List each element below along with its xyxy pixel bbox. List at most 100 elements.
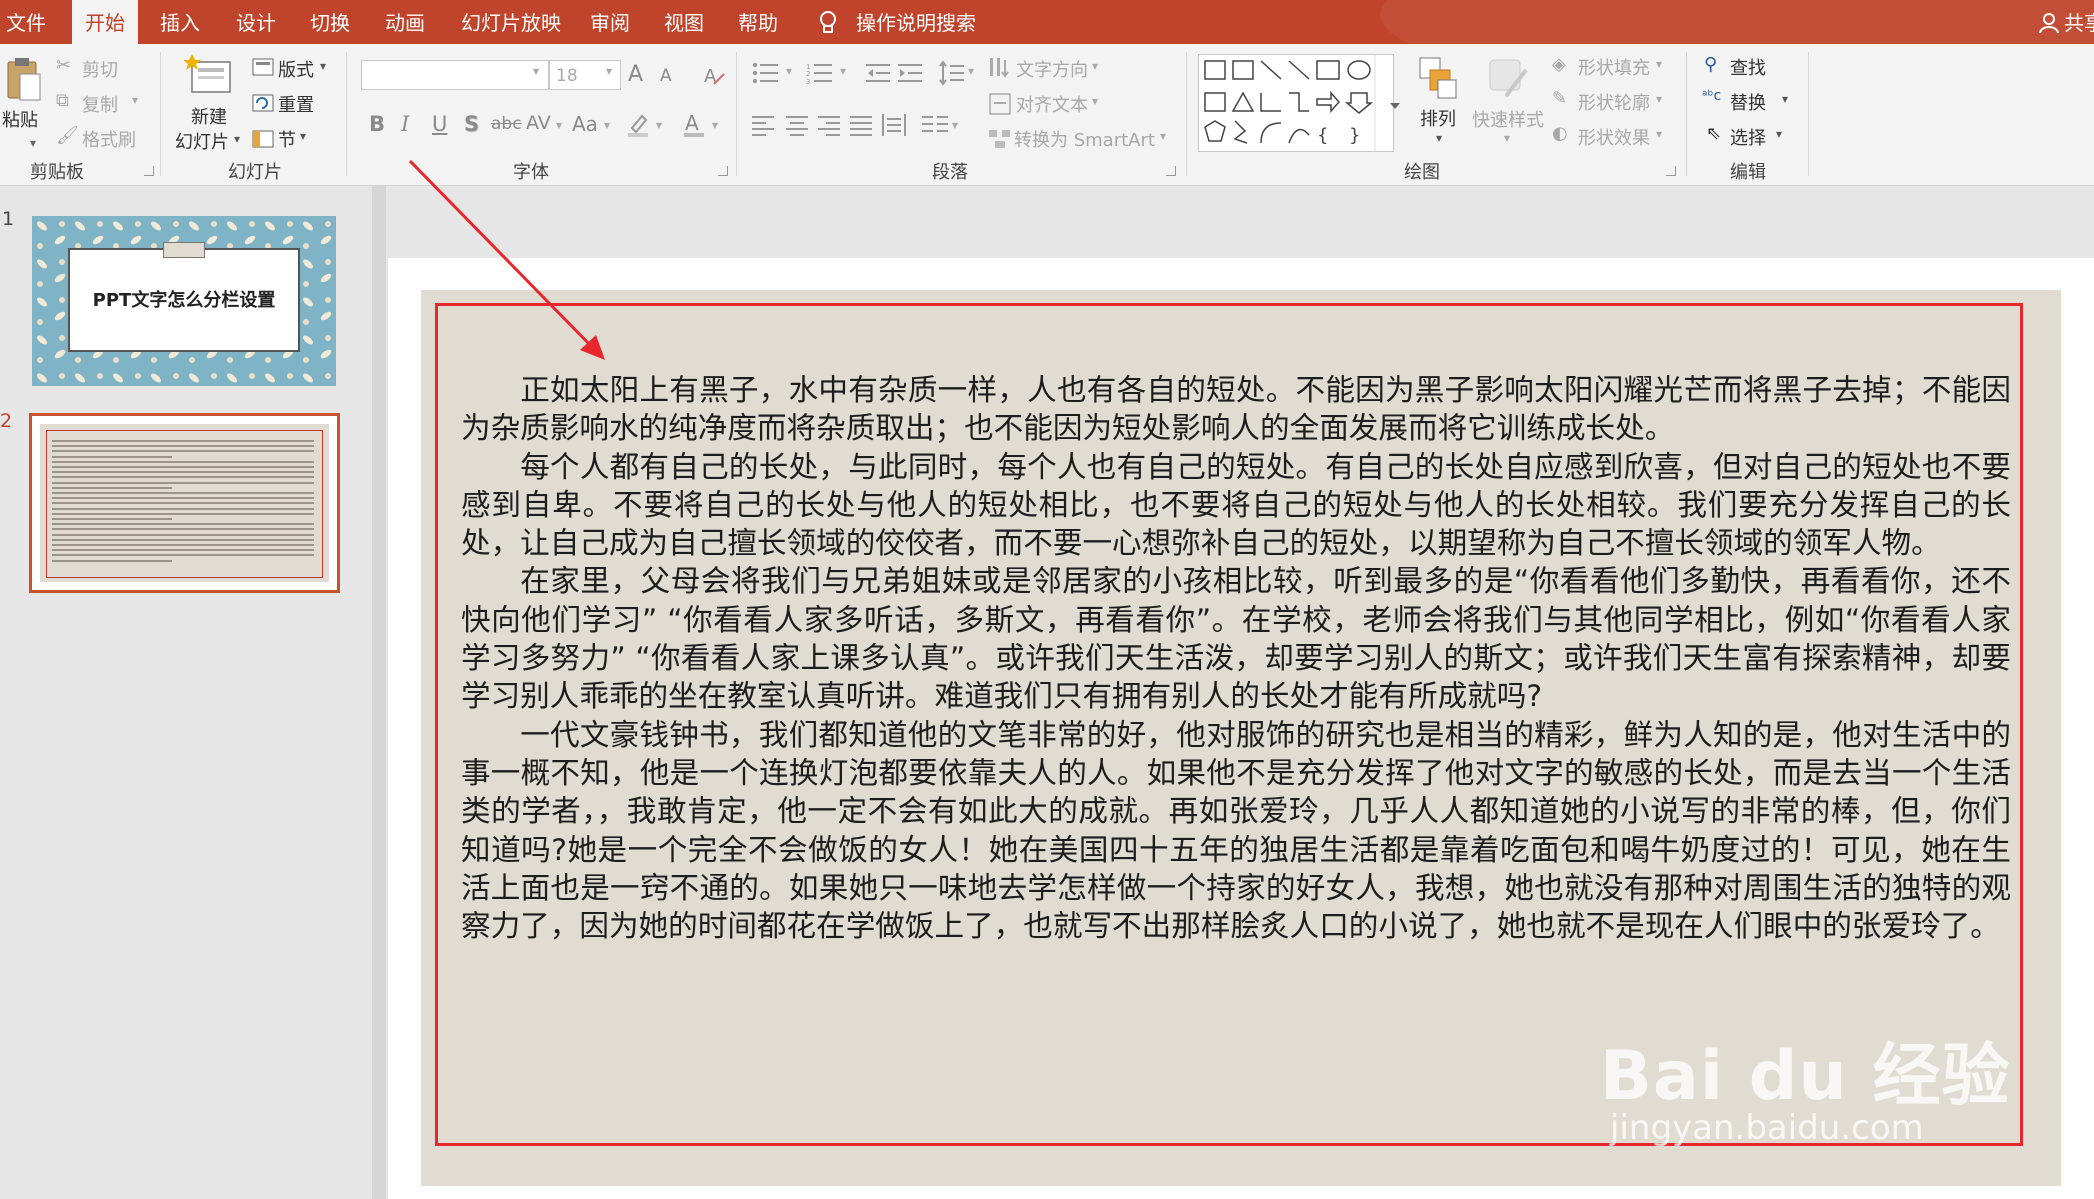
paste-icon[interactable] <box>6 56 42 104</box>
text-direction-dropdown-arrow[interactable]: ▾ <box>1092 59 1098 73</box>
paragraph-dialog-launcher[interactable] <box>1166 166 1176 176</box>
font-name-combobox[interactable] <box>361 60 549 90</box>
change-case-dropdown-arrow[interactable]: ▾ <box>604 118 610 132</box>
select-dropdown-arrow[interactable]: ▾ <box>1776 127 1782 141</box>
tab-view[interactable]: 视图 <box>664 0 704 44</box>
highlight-icon[interactable] <box>626 110 654 138</box>
panel-splitter[interactable] <box>372 186 386 1199</box>
shrink-font-button[interactable]: A <box>660 66 672 86</box>
shapes-gallery[interactable]: {} <box>1198 54 1394 152</box>
thumbnail-text-line <box>52 497 314 500</box>
section-button[interactable]: 节 <box>278 126 296 152</box>
shapes-scroll-down-icon[interactable] <box>1388 100 1402 112</box>
strikethrough-button[interactable]: abc <box>491 114 522 134</box>
new-slide-dropdown-arrow[interactable]: ▾ <box>234 132 240 146</box>
grow-font-button[interactable]: A <box>628 62 643 87</box>
text-shadow-button[interactable]: S <box>464 112 479 136</box>
copy-button[interactable]: 复制 <box>82 91 118 117</box>
italic-button[interactable]: I <box>401 112 409 136</box>
tab-help[interactable]: 帮助 <box>738 0 778 44</box>
numbering-icon[interactable]: 1 2 3 <box>806 62 836 84</box>
slide-body-text[interactable]: 正如太阳上有黑子，水中有杂质一样，人也有各自的短处。不能因为黑子影响太阳闪耀光芒… <box>461 371 2011 945</box>
copy-dropdown-arrow[interactable]: ▾ <box>132 93 138 107</box>
text-direction-button[interactable]: 文字方向 <box>1016 56 1088 82</box>
shape-fill-button[interactable]: 形状填充 <box>1578 54 1650 80</box>
character-spacing-dropdown-arrow[interactable]: ▾ <box>556 118 562 132</box>
font-color-dropdown-arrow[interactable]: ▾ <box>712 118 718 132</box>
underline-button[interactable]: U <box>432 112 447 136</box>
convert-to-smartart-button[interactable]: 转换为 SmartArt <box>1014 126 1155 152</box>
share-button[interactable]: 共享 <box>2064 0 2094 44</box>
tab-review[interactable]: 审阅 <box>590 0 630 44</box>
arrange-dropdown-arrow[interactable]: ▾ <box>1436 131 1442 145</box>
columns-icon[interactable] <box>922 114 950 136</box>
tab-design[interactable]: 设计 <box>236 0 276 44</box>
numbering-dropdown-arrow[interactable]: ▾ <box>840 64 846 78</box>
align-center-icon[interactable] <box>786 114 810 136</box>
select-button[interactable]: 选择 <box>1730 124 1766 150</box>
tab-home[interactable]: 开始 <box>72 0 138 44</box>
align-text-button[interactable]: 对齐文本 <box>1016 91 1088 117</box>
layout-button[interactable]: 版式 <box>278 56 314 82</box>
align-left-icon[interactable] <box>752 114 776 136</box>
slide-thumbnail-1[interactable]: PPT文字怎么分栏设置 <box>32 216 336 386</box>
bullets-icon[interactable] <box>752 62 782 84</box>
decrease-indent-icon[interactable] <box>866 62 892 84</box>
new-slide-label-2[interactable]: 幻灯片 <box>175 128 229 154</box>
increase-indent-icon[interactable] <box>898 62 924 84</box>
replace-button[interactable]: 替换 <box>1730 89 1766 115</box>
bold-button[interactable]: B <box>369 112 385 136</box>
bullets-dropdown-arrow[interactable]: ▾ <box>786 64 792 78</box>
magnifier-icon: ⚲ <box>1704 54 1718 75</box>
clipboard-dialog-launcher[interactable] <box>144 166 154 176</box>
quick-styles-dropdown-arrow[interactable]: ▾ <box>1504 131 1510 145</box>
slide-thumbnail-2[interactable] <box>29 413 340 593</box>
shape-outline-button[interactable]: 形状轮廓 <box>1578 89 1650 115</box>
tab-file[interactable]: 文件 <box>6 0 56 44</box>
person-icon[interactable] <box>2038 12 2060 34</box>
smartart-dropdown-arrow[interactable]: ▾ <box>1160 129 1166 143</box>
align-right-icon[interactable] <box>818 114 842 136</box>
highlight-dropdown-arrow[interactable]: ▾ <box>656 118 662 132</box>
format-painter-button[interactable]: 格式刷 <box>82 126 136 152</box>
find-button[interactable]: 查找 <box>1730 54 1766 80</box>
paste-dropdown-arrow[interactable]: ▾ <box>30 136 36 150</box>
font-color-icon[interactable]: A <box>682 110 706 138</box>
reset-button[interactable]: 重置 <box>278 91 314 117</box>
new-slide-label-1[interactable]: 新建 <box>191 103 227 129</box>
character-spacing-button[interactable]: AV <box>526 112 551 134</box>
clear-formatting-icon[interactable]: A <box>702 64 726 88</box>
distributed-icon[interactable] <box>882 114 906 136</box>
line-spacing-icon[interactable] <box>938 60 966 86</box>
layout-dropdown-arrow[interactable]: ▾ <box>320 59 326 73</box>
tell-me-search[interactable]: 操作说明搜索 <box>856 0 976 44</box>
shape-effects-button[interactable]: 形状效果 <box>1578 124 1650 150</box>
arrange-icon[interactable] <box>1418 56 1458 102</box>
paste-button[interactable]: 粘贴 <box>2 106 38 132</box>
align-text-dropdown-arrow[interactable]: ▾ <box>1092 94 1098 108</box>
replace-dropdown-arrow[interactable]: ▾ <box>1782 92 1788 106</box>
tab-slideshow[interactable]: 幻灯片放映 <box>461 0 561 44</box>
shape-outline-dropdown-arrow[interactable]: ▾ <box>1656 92 1662 106</box>
font-size-dropdown-arrow[interactable]: ▾ <box>606 64 612 78</box>
tab-insert[interactable]: 插入 <box>160 0 200 44</box>
justify-icon[interactable] <box>850 114 874 136</box>
paragraph-3: 在家里，父母会将我们与兄弟姐妹或是邻居家的小孩相比较，听到最多的是“你看看他们多… <box>461 564 2011 714</box>
shape-effects-dropdown-arrow[interactable]: ▾ <box>1656 127 1662 141</box>
quick-styles-button[interactable]: 快速样式 <box>1472 106 1544 132</box>
cut-button[interactable]: 剪切 <box>82 56 118 82</box>
columns-dropdown-arrow[interactable]: ▾ <box>952 118 958 132</box>
section-dropdown-arrow[interactable]: ▾ <box>300 129 306 143</box>
thumbnail-text-line <box>52 559 172 562</box>
drawing-dialog-launcher[interactable] <box>1666 166 1676 176</box>
change-case-button[interactable]: Aa <box>572 112 598 136</box>
tab-animations[interactable]: 动画 <box>385 0 425 44</box>
tab-transitions[interactable]: 切换 <box>310 0 350 44</box>
arrange-button[interactable]: 排列 <box>1420 105 1456 131</box>
line-spacing-dropdown-arrow[interactable]: ▾ <box>968 64 974 78</box>
shape-fill-dropdown-arrow[interactable]: ▾ <box>1656 57 1662 71</box>
font-name-dropdown-arrow[interactable]: ▾ <box>533 64 539 78</box>
font-dialog-launcher[interactable] <box>718 166 728 176</box>
quick-styles-icon[interactable] <box>1486 56 1530 102</box>
new-slide-icon[interactable] <box>184 54 234 98</box>
